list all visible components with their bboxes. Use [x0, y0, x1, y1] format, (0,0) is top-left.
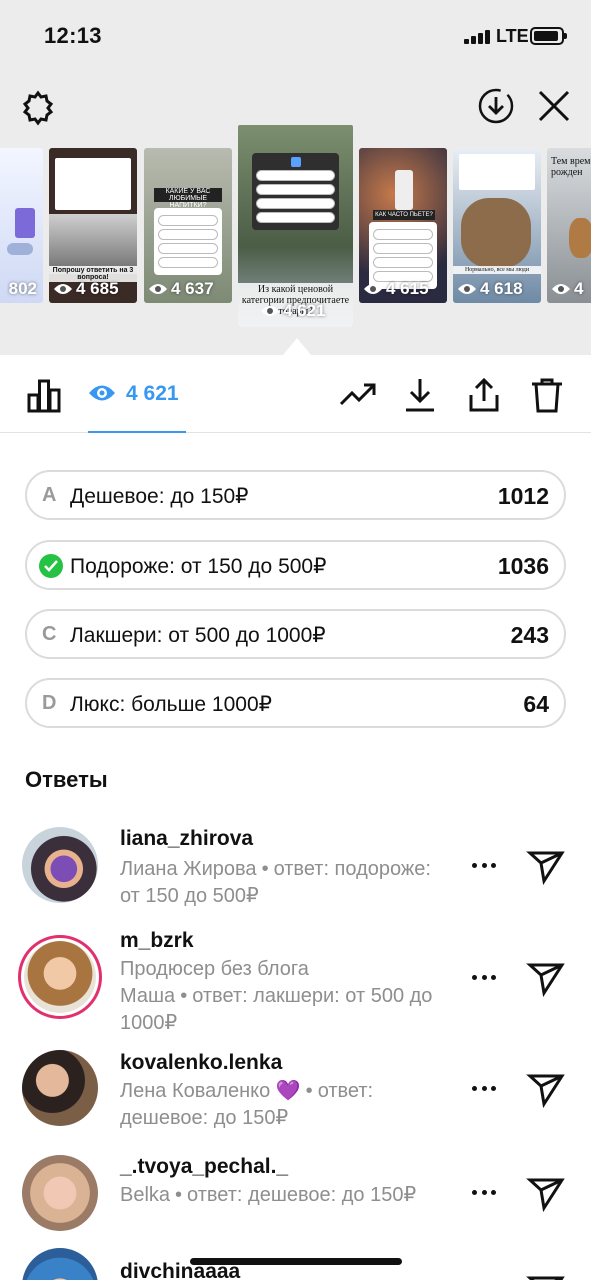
story-view-count: 4 685 [53, 279, 119, 299]
poll-option-a[interactable]: A Дешевое: до 150₽ 1012 [25, 470, 566, 520]
send-message-icon[interactable] [526, 1270, 566, 1280]
responder-username[interactable]: m_bzrk [120, 929, 194, 953]
active-story-pointer [283, 338, 311, 355]
send-message-icon[interactable] [526, 1068, 566, 1109]
home-indicator [190, 1258, 402, 1265]
story-thumbnail[interactable]: 802 [0, 148, 43, 303]
more-options-icon[interactable] [466, 1180, 502, 1204]
story-caption: Тем времени рожден [551, 156, 591, 178]
responder-username[interactable]: liana_zhirova [120, 827, 253, 851]
responder-answer: Belka • ответ: дешевое: до 150₽ [120, 1184, 417, 1206]
story-view-count: 802 [8, 279, 37, 298]
avatar[interactable] [22, 1050, 98, 1126]
story-view-count: 4 621 [260, 301, 326, 321]
send-message-icon[interactable] [526, 845, 566, 886]
responder-answer: Продюсер без блога Маша • ответ: лакшери: … [120, 958, 433, 1034]
story-thumbnail[interactable]: КАК ЧАСТО ПЬЕТЕ? 4 615 [359, 148, 447, 303]
insights-chart-icon[interactable] [24, 375, 64, 415]
avatar-story-ring[interactable] [18, 935, 102, 1019]
status-time: 12:13 [44, 23, 102, 48]
battery-icon [530, 27, 567, 45]
more-options-icon[interactable] [466, 1076, 502, 1100]
more-options-icon[interactable] [466, 965, 502, 989]
option-votes: 1036 [497, 553, 549, 579]
status-bar: 12:13 LTE [0, 0, 591, 72]
send-message-icon[interactable] [526, 1172, 566, 1213]
responder-username[interactable]: kovalenko.lenka [120, 1051, 282, 1075]
avatar[interactable] [22, 827, 98, 903]
option-votes: 243 [510, 622, 549, 648]
poll-option-b[interactable]: Подороже: от 150 до 500₽ 1036 [25, 540, 566, 590]
option-votes: 1012 [497, 483, 549, 509]
story-thumbnail-active[interactable]: Из какой ценовой категории предпочитаете… [238, 125, 353, 327]
story-thumbnail[interactable]: Тем времени рожден 4 [547, 148, 591, 303]
viewers-tab[interactable]: 4 621 [88, 355, 186, 433]
option-label: Дешевое: до 150₽ [70, 485, 249, 508]
story-view-count: 4 615 [363, 279, 429, 299]
promote-trend-icon[interactable] [338, 375, 378, 415]
story-caption: КАК ЧАСТО ПЬЕТЕ? [373, 210, 435, 220]
trash-icon[interactable] [527, 375, 567, 415]
option-votes: 64 [523, 691, 549, 717]
story-view-count: 4 637 [148, 279, 214, 299]
option-label: Подороже: от 150 до 500₽ [70, 555, 327, 578]
option-label: Лакшери: от 500 до 1000₽ [70, 624, 326, 647]
avatar[interactable] [22, 1155, 98, 1231]
viewers-count: 4 621 [126, 382, 179, 405]
network-label: LTE [496, 26, 529, 46]
story-view-count: 4 618 [457, 279, 523, 299]
send-message-icon[interactable] [526, 957, 566, 998]
story-caption: Нормально, все мы люди [453, 266, 541, 274]
poll-option-c[interactable]: C Лакшери: от 500 до 1000₽ 243 [25, 609, 566, 659]
responder-username[interactable]: _.tvoya_pechal._ [120, 1155, 288, 1179]
story-thumbnail[interactable]: КАКИЕ У ВАС ЛЮБИМЫЕ НАПИТКИ? 4 637 [144, 148, 232, 303]
responder-answer: Лена Коваленко 💜 • ответ: дешевое: до 150₽ [120, 1080, 374, 1129]
eye-icon [88, 382, 116, 409]
checkmark-icon [39, 554, 63, 578]
story-header: 12:13 LTE 802 Попрошу ответить на 3 вопр… [0, 0, 591, 355]
story-caption: КАКИЕ У ВАС ЛЮБИМЫЕ НАПИТКИ? [154, 188, 222, 209]
option-letter: A [42, 484, 57, 506]
share-icon[interactable] [464, 375, 504, 415]
signal-icon [464, 30, 492, 44]
story-action-bar: 4 621 [0, 355, 591, 433]
download-icon[interactable] [400, 375, 440, 415]
responder-answer: Лиана Жирова • ответ: подороже: от 150 до … [120, 858, 431, 907]
option-letter: D [42, 692, 57, 714]
poll-option-d[interactable]: D Люкс: больше 1000₽ 64 [25, 678, 566, 728]
answers-heading: Ответы [25, 767, 108, 792]
more-options-icon[interactable] [466, 853, 502, 877]
story-view-count: 4 [551, 279, 583, 299]
story-thumbnail[interactable]: Попрошу ответить на 3 вопроса! 4 685 [49, 148, 137, 303]
option-label: Люкс: больше 1000₽ [70, 693, 273, 716]
option-letter: C [42, 623, 57, 645]
avatar[interactable] [22, 1248, 98, 1280]
story-thumbnails[interactable]: 802 Попрошу ответить на 3 вопроса! 4 685… [0, 120, 591, 350]
story-thumbnail[interactable]: Нормально, все мы люди 4 618 [453, 148, 541, 303]
